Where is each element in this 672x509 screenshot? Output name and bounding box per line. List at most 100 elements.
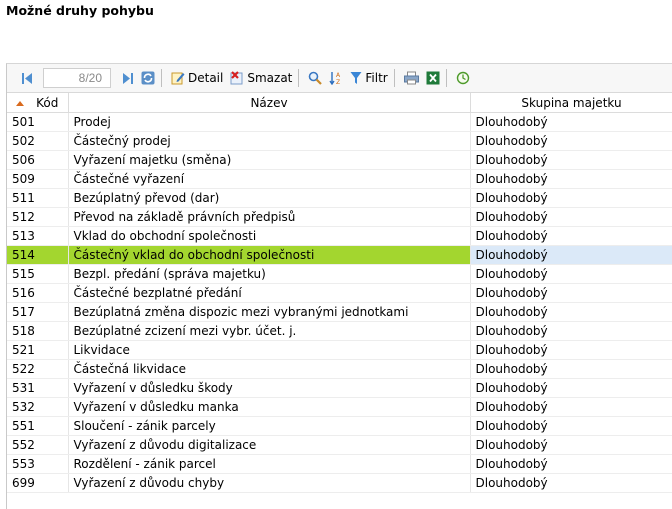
cell-code[interactable]: 509 [7, 169, 69, 189]
cell-name[interactable]: Částečné vyřazení [68, 169, 471, 189]
cell-group[interactable]: Dlouhodobý [470, 416, 672, 436]
cell-name[interactable]: Vyřazení z důvodu digitalizace [68, 435, 471, 455]
cell-name[interactable]: Prodej [68, 112, 471, 132]
cell-group[interactable]: Dlouhodobý [470, 473, 672, 493]
table-row[interactable]: 511 Bezúplatný převod (dar) Dlouhodobý [7, 188, 672, 208]
table-row[interactable]: 518 Bezúplatné zcizení mezi vybr. účet. j… [7, 321, 672, 341]
sort-button[interactable]: AZ [327, 67, 345, 89]
cell-name[interactable]: Likvidace [68, 340, 471, 360]
column-header-code[interactable]: Kód [7, 93, 69, 113]
cell-name[interactable]: Vyřazení v důsledku manka [68, 397, 471, 417]
toolbar-separator [161, 69, 162, 87]
cell-group[interactable]: Dlouhodobý [470, 131, 672, 151]
cell-group[interactable]: Dlouhodobý [470, 112, 672, 132]
cell-name[interactable]: Vyřazení majetku (směna) [68, 150, 471, 170]
cell-code[interactable]: 518 [7, 321, 69, 341]
toolbar: Detail Smazat AZ Filtr [7, 64, 672, 93]
pager-input[interactable] [43, 68, 111, 88]
cell-name[interactable]: Vyřazení z důvodu chyby [68, 473, 471, 493]
cell-code[interactable]: 521 [7, 340, 69, 360]
detail-button[interactable]: Detail [169, 67, 225, 89]
table-row[interactable]: 553 Rozdělení - zánik parcel Dlouhodobý [7, 454, 672, 474]
table-row[interactable]: 551 Sloučení - zánik parcely Dlouhodobý [7, 416, 672, 436]
cell-name[interactable]: Rozdělení - zánik parcel [68, 454, 471, 474]
cell-name[interactable]: Bezúplatné zcizení mezi vybr. účet. j. [68, 321, 471, 341]
cell-name[interactable]: Částečná likvidace [68, 359, 471, 379]
column-header-name[interactable]: Název [68, 93, 471, 113]
cell-code[interactable]: 502 [7, 131, 69, 151]
cell-group[interactable]: Dlouhodobý [470, 264, 672, 284]
cell-group[interactable]: Dlouhodobý [470, 150, 672, 170]
search-button[interactable] [306, 67, 324, 89]
table-row[interactable]: 506 Vyřazení majetku (směna) Dlouhodobý [7, 150, 672, 170]
cell-code[interactable]: 511 [7, 188, 69, 208]
excel-export-button[interactable] [424, 67, 442, 89]
cell-name[interactable]: Převod na základě právních předpisů [68, 207, 471, 227]
cell-code[interactable]: 501 [7, 112, 69, 132]
cell-group[interactable]: Dlouhodobý [470, 226, 672, 246]
cell-code[interactable]: 553 [7, 454, 69, 474]
table-row[interactable]: 552 Vyřazení z důvodu digitalizace Dlouhod… [7, 435, 672, 455]
table-row[interactable]: 514 Částečný vklad do obchodní společnost… [7, 245, 672, 265]
cell-group[interactable]: Dlouhodobý [470, 283, 672, 303]
history-button[interactable] [454, 67, 472, 89]
cell-name[interactable]: Částečný vklad do obchodní společnosti [68, 245, 471, 265]
first-page-button[interactable] [19, 67, 35, 89]
cell-group[interactable]: Dlouhodobý [470, 321, 672, 341]
cell-group[interactable]: Dlouhodobý [470, 397, 672, 417]
detail-label: Detail [188, 71, 224, 85]
cell-name[interactable]: Bezúplatný převod (dar) [68, 188, 471, 208]
cell-name[interactable]: Vklad do obchodní společnosti [68, 226, 471, 246]
cell-group[interactable]: Dlouhodobý [470, 359, 672, 379]
table-row[interactable]: 699 Vyřazení z důvodu chyby Dlouhodobý [7, 473, 672, 493]
table-row[interactable]: 516 Částečné bezplatné předání Dlouhodobý [7, 283, 672, 303]
refresh-button[interactable] [139, 67, 157, 89]
cell-group[interactable]: Dlouhodobý [470, 245, 672, 265]
cell-group[interactable]: Dlouhodobý [470, 188, 672, 208]
cell-group[interactable]: Dlouhodobý [470, 302, 672, 322]
table-row[interactable]: 513 Vklad do obchodní společnosti Dlouhodo… [7, 226, 672, 246]
cell-code[interactable]: 516 [7, 283, 69, 303]
cell-code[interactable]: 532 [7, 397, 69, 417]
cell-code[interactable]: 513 [7, 226, 69, 246]
cell-name[interactable]: Vyřazení v důsledku škody [68, 378, 471, 398]
table-row[interactable]: 502 Částečný prodej Dlouhodobý [7, 131, 672, 151]
cell-group[interactable]: Dlouhodobý [470, 378, 672, 398]
cell-group[interactable]: Dlouhodobý [470, 435, 672, 455]
cell-code[interactable]: 699 [7, 473, 69, 493]
cell-name[interactable]: Bezpl. předání (správa majetku) [68, 264, 471, 284]
cell-code[interactable]: 514 [7, 245, 69, 265]
cell-code[interactable]: 512 [7, 207, 69, 227]
table-row[interactable]: 515 Bezpl. předání (správa majetku) Dlouho… [7, 264, 672, 284]
cell-code[interactable]: 551 [7, 416, 69, 436]
table-row[interactable]: 522 Částečná likvidace Dlouhodobý [7, 359, 672, 379]
table-row[interactable]: 521 Likvidace Dlouhodobý [7, 340, 672, 360]
cell-name[interactable]: Bezúplatná změna dispozic mezi vybranými… [68, 302, 471, 322]
cell-name[interactable]: Částečný prodej [68, 131, 471, 151]
filter-button[interactable]: Filtr [348, 67, 389, 89]
cell-code[interactable]: 531 [7, 378, 69, 398]
table-row[interactable]: 531 Vyřazení v důsledku škody Dlouhodobý [7, 378, 672, 398]
cell-name[interactable]: Částečné bezplatné předání [68, 283, 471, 303]
print-button[interactable] [402, 67, 421, 89]
cell-code[interactable]: 517 [7, 302, 69, 322]
column-header-group[interactable]: Skupina majetku [470, 93, 672, 113]
table-row[interactable]: 532 Vyřazení v důsledku manka Dlouhodobý [7, 397, 672, 417]
cell-code[interactable]: 506 [7, 150, 69, 170]
last-page-button[interactable] [120, 67, 136, 89]
table-row[interactable]: 501 Prodej Dlouhodobý [7, 112, 672, 132]
page-title: Možné druhy pohybu [6, 3, 154, 18]
delete-button[interactable]: Smazat [228, 67, 294, 89]
cell-group[interactable]: Dlouhodobý [470, 169, 672, 189]
cell-name[interactable]: Sloučení - zánik parcely [68, 416, 471, 436]
cell-code[interactable]: 515 [7, 264, 69, 284]
last-page-icon [123, 72, 133, 84]
table-row[interactable]: 509 Částečné vyřazení Dlouhodobý [7, 169, 672, 189]
cell-group[interactable]: Dlouhodobý [470, 454, 672, 474]
cell-code[interactable]: 522 [7, 359, 69, 379]
cell-code[interactable]: 552 [7, 435, 69, 455]
cell-group[interactable]: Dlouhodobý [470, 207, 672, 227]
table-row[interactable]: 517 Bezúplatná změna dispozic mezi vybran… [7, 302, 672, 322]
table-row[interactable]: 512 Převod na základě právních předpisů Dl… [7, 207, 672, 227]
cell-group[interactable]: Dlouhodobý [470, 340, 672, 360]
